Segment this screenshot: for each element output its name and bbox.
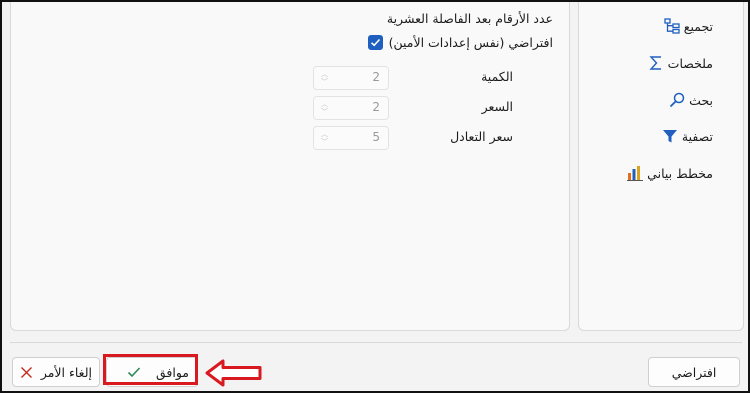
stepper-arrows-icon[interactable]: ︿ ﹀ [321,70,328,86]
sidebar: تجميع ملخصات بحث تصفية مخطط بياني [578,2,744,331]
sidebar-item-label: تجميع [683,18,713,34]
default-button-label: افتراضي [671,364,717,380]
default-settings-option[interactable]: افتراضي (نفس إعدادات الأمين) [367,35,553,50]
filter-icon [662,130,677,143]
search-icon [670,92,685,108]
sidebar-item-filter[interactable]: تصفية [661,127,713,145]
ok-button-highlight [103,354,198,385]
cancel-button-label: إلغاء الأمر [40,364,92,380]
price-stepper[interactable]: 2 ︿ ﹀ [313,96,389,120]
quantity-label: الكمية [481,69,513,84]
dialog-window: عدد الأرقام بعد الفاصلة العشرية افتراضي … [0,0,750,393]
stepper-arrows-icon[interactable]: ︿ ﹀ [321,100,328,116]
quantity-field-row: الكمية 2 ︿ ﹀ [313,66,513,90]
sidebar-item-grouping[interactable]: تجميع [663,17,713,35]
sidebar-item-label: بحث [689,92,713,108]
price-value: 2 [372,100,380,114]
breakeven-label: سعر التعادل [450,129,513,144]
sidebar-item-label: تصفية [681,128,713,144]
price-field-row: السعر 2 ︿ ﹀ [313,96,513,120]
sidebar-item-label: مخطط بياني [647,165,713,181]
quantity-value: 2 [372,70,380,84]
callout-arrow-icon [205,359,262,387]
decimal-places-title: عدد الأرقام بعد الفاصلة العشرية [386,11,553,26]
group-icon [664,18,680,34]
sidebar-item-chart[interactable]: مخطط بياني [626,164,713,182]
breakeven-field-row: سعر التعادل 5 ︿ ﹀ [313,126,513,150]
default-button[interactable]: افتراضي [648,357,740,387]
default-checkbox[interactable] [367,35,383,50]
breakeven-value: 5 [372,130,380,144]
settings-panel: عدد الأرقام بعد الفاصلة العشرية افتراضي … [10,2,570,331]
breakeven-stepper[interactable]: 5 ︿ ﹀ [313,126,389,150]
sidebar-item-summaries[interactable]: ملخصات [647,54,713,72]
close-icon [21,366,32,378]
footer-divider [10,342,742,343]
checkmark-icon [370,38,380,47]
stepper-arrows-icon[interactable]: ︿ ﹀ [321,130,328,146]
cancel-button[interactable]: إلغاء الأمر [12,357,100,387]
sigma-icon [649,56,661,70]
quantity-stepper[interactable]: 2 ︿ ﹀ [313,66,389,90]
default-checkbox-label: افتراضي (نفس إعدادات الأمين) [388,35,553,50]
sidebar-item-label: ملخصات [667,55,713,71]
price-label: السعر [481,99,513,114]
chart-icon [627,166,644,181]
sidebar-item-search[interactable]: بحث [668,91,713,109]
